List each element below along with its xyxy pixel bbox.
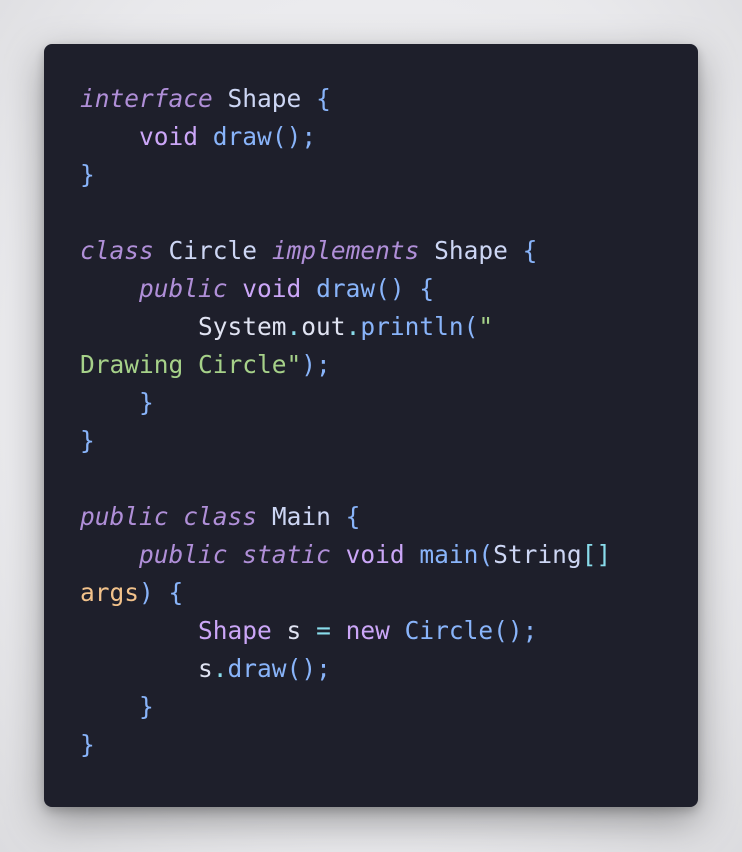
dot: . (345, 312, 361, 341)
array-brackets: [] (581, 540, 612, 569)
code-line-14: args) { (80, 574, 611, 612)
code-line-12: public class Main { (80, 498, 611, 536)
code-line-6: public void draw() { (80, 270, 611, 308)
code-line-10: } (80, 422, 611, 460)
punctuation: ); (301, 350, 331, 379)
code-block: interface Shape { void draw();} class Cir… (80, 80, 611, 764)
type-name: String (493, 540, 582, 569)
punctuation: ( (478, 540, 494, 569)
keyword: class (80, 236, 154, 265)
constructor-name: Circle (404, 616, 494, 645)
brace: } (139, 388, 154, 417)
keyword: implements (271, 236, 420, 265)
keyword: void (242, 274, 302, 303)
code-panel: interface Shape { void draw();} class Cir… (44, 44, 698, 807)
punctuation: (); (286, 654, 331, 683)
code-line-8: Drawing Circle"); (80, 346, 611, 384)
method-name: draw (316, 274, 376, 303)
identifier: out (301, 312, 346, 341)
variable-name: s (286, 616, 302, 645)
keyword: void (345, 540, 405, 569)
method-name: main (419, 540, 479, 569)
method-name: draw (212, 122, 272, 151)
code-line-5: class Circle implements Shape { (80, 232, 611, 270)
type-name: Shape (198, 616, 272, 645)
code-line-3: } (80, 156, 611, 194)
punctuation: (); (271, 122, 317, 151)
code-line-1: interface Shape { (80, 80, 611, 118)
type-name: Main (271, 502, 331, 531)
code-line-15: Shape s = new Circle(); (80, 612, 611, 650)
dot: . (212, 654, 228, 683)
brace: } (80, 730, 95, 759)
code-line-18: } (80, 726, 611, 764)
variable-name: s (198, 654, 213, 683)
punctuation: (); (493, 616, 538, 645)
punctuation: () { (375, 274, 435, 303)
brace: { (316, 84, 331, 113)
brace: { (345, 502, 361, 531)
punctuation: ( (463, 312, 479, 341)
keyword: public (80, 502, 169, 531)
parameter-name: args (80, 578, 140, 607)
brace: { (522, 236, 538, 265)
string-literal: " (478, 312, 494, 341)
brace: } (80, 160, 95, 189)
brace: } (139, 692, 154, 721)
code-line-17: } (80, 688, 611, 726)
identifier: System (198, 312, 287, 341)
keyword: interface (80, 84, 213, 113)
brace: } (80, 426, 95, 455)
type-name: Circle (168, 236, 258, 265)
keyword: void (139, 122, 199, 151)
method-name: draw (227, 654, 287, 683)
keyword: class (183, 502, 258, 531)
punctuation: ) { (139, 578, 184, 607)
code-line-13: public static void main(String[] (80, 536, 611, 574)
code-line-2: void draw(); (80, 118, 611, 156)
code-line-7: System.out.println(" (80, 308, 611, 346)
keyword: new (345, 616, 390, 645)
code-line-16: s.draw(); (80, 650, 611, 688)
dot: . (286, 312, 302, 341)
operator: = (316, 616, 331, 645)
keyword: public (139, 274, 228, 303)
type-name: Shape (227, 84, 302, 113)
code-line-9: } (80, 384, 611, 422)
method-name: println (360, 312, 464, 341)
string-literal: Drawing Circle" (80, 350, 302, 379)
keyword: static (242, 540, 331, 569)
type-name: Shape (434, 236, 508, 265)
keyword: public (139, 540, 228, 569)
